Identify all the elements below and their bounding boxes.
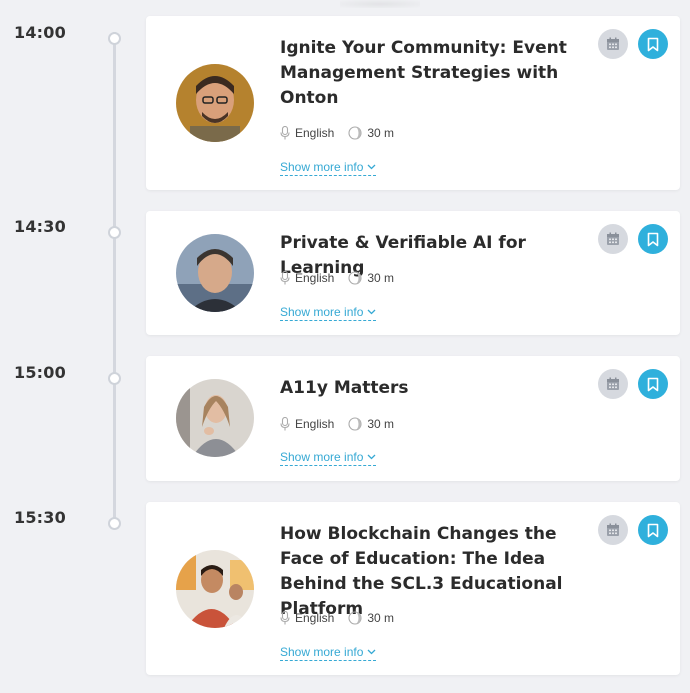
add-to-calendar-button[interactable] bbox=[598, 29, 628, 59]
duration-label: 30 m bbox=[367, 271, 395, 285]
add-to-calendar-button[interactable] bbox=[598, 224, 628, 254]
language-label: English bbox=[295, 417, 335, 431]
show-more-label: Show more info bbox=[280, 645, 364, 659]
timeline-dot bbox=[108, 226, 121, 239]
duration-label: 30 m bbox=[367, 126, 395, 140]
add-to-calendar-button[interactable] bbox=[598, 369, 628, 399]
speaker-avatar bbox=[176, 550, 254, 628]
timeline-dot bbox=[108, 32, 121, 45]
microphone-icon bbox=[280, 126, 290, 140]
duration-meta: 30 m bbox=[348, 611, 394, 625]
add-to-calendar-button[interactable] bbox=[598, 515, 628, 545]
show-more-link[interactable]: Show more info bbox=[280, 449, 377, 466]
clock-icon bbox=[348, 417, 362, 431]
show-more-label: Show more info bbox=[280, 450, 364, 464]
bookmark-icon bbox=[647, 37, 659, 51]
clock-icon bbox=[348, 271, 362, 285]
language-meta: English bbox=[280, 271, 334, 285]
clock-icon bbox=[348, 126, 362, 140]
language-label: English bbox=[295, 271, 335, 285]
top-shadow bbox=[340, 0, 420, 8]
calendar-icon bbox=[607, 523, 619, 536]
show-more-link[interactable]: Show more info bbox=[280, 304, 377, 321]
bookmark-icon bbox=[647, 523, 659, 537]
speaker-avatar bbox=[176, 234, 254, 312]
show-more-link[interactable]: Show more info bbox=[280, 644, 377, 661]
microphone-icon bbox=[280, 271, 290, 285]
chevron-down-icon bbox=[367, 454, 376, 460]
session-meta: English 30 m bbox=[280, 610, 408, 626]
bookmark-icon bbox=[647, 377, 659, 391]
calendar-icon bbox=[607, 377, 619, 390]
duration-meta: 30 m bbox=[348, 417, 394, 431]
session-card[interactable]: Ignite Your Community: Event Management … bbox=[146, 16, 680, 190]
language-meta: English bbox=[280, 126, 334, 140]
session-title: Ignite Your Community: Event Management … bbox=[280, 38, 567, 108]
calendar-icon bbox=[607, 232, 619, 245]
session-card[interactable]: Private & Verifiable AI for Learning Eng… bbox=[146, 211, 680, 335]
bookmark-button[interactable] bbox=[638, 224, 668, 254]
bookmark-icon bbox=[647, 232, 659, 246]
calendar-icon bbox=[607, 37, 619, 50]
session-card[interactable]: A11y Matters English 30 m Show more info bbox=[146, 356, 680, 481]
chevron-down-icon bbox=[367, 164, 376, 170]
session-time: 15:30 bbox=[14, 508, 66, 527]
show-more-label: Show more info bbox=[280, 305, 364, 319]
speaker-avatar bbox=[176, 379, 254, 457]
session-time: 15:00 bbox=[14, 363, 66, 382]
clock-icon bbox=[348, 611, 362, 625]
microphone-icon bbox=[280, 611, 290, 625]
chevron-down-icon bbox=[367, 309, 376, 315]
duration-meta: 30 m bbox=[348, 271, 394, 285]
session-title: A11y Matters bbox=[280, 378, 409, 398]
show-more-label: Show more info bbox=[280, 160, 364, 174]
chevron-down-icon bbox=[367, 649, 376, 655]
session-meta: English 30 m bbox=[280, 270, 408, 286]
language-label: English bbox=[295, 611, 335, 625]
session-meta: English 30 m bbox=[280, 416, 408, 432]
duration-label: 30 m bbox=[367, 417, 395, 431]
duration-meta: 30 m bbox=[348, 126, 394, 140]
language-meta: English bbox=[280, 611, 334, 625]
bookmark-button[interactable] bbox=[638, 29, 668, 59]
language-meta: English bbox=[280, 417, 334, 431]
duration-label: 30 m bbox=[367, 611, 395, 625]
language-label: English bbox=[295, 126, 335, 140]
session-meta: English 30 m bbox=[280, 125, 408, 141]
session-card[interactable]: How Blockchain Changes the Face of Educa… bbox=[146, 502, 680, 675]
session-title: How Blockchain Changes the Face of Educa… bbox=[280, 524, 563, 619]
show-more-link[interactable]: Show more info bbox=[280, 159, 377, 176]
timeline-dot bbox=[108, 372, 121, 385]
bookmark-button[interactable] bbox=[638, 515, 668, 545]
timeline-dot bbox=[108, 517, 121, 530]
bookmark-button[interactable] bbox=[638, 369, 668, 399]
timeline-line bbox=[113, 32, 116, 518]
session-time: 14:00 bbox=[14, 23, 66, 42]
session-time: 14:30 bbox=[14, 217, 66, 236]
microphone-icon bbox=[280, 417, 290, 431]
speaker-avatar bbox=[176, 64, 254, 142]
